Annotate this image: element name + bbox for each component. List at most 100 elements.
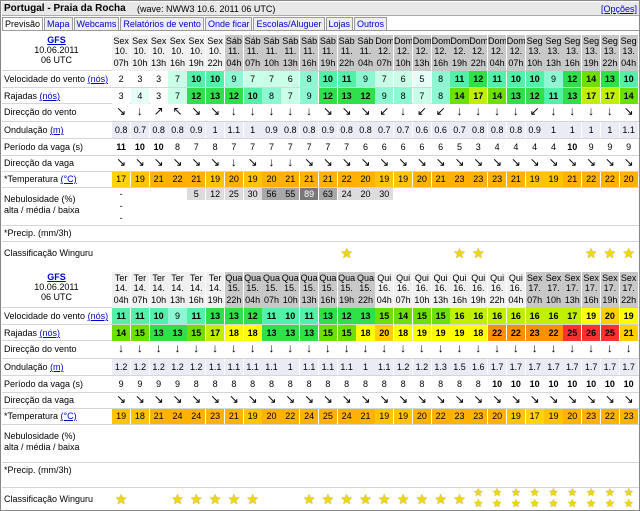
precipitation-cell (206, 463, 224, 478)
time-header: Qui 16. 04h (375, 272, 394, 308)
wave-period-cell: 7 (287, 142, 293, 152)
cloud-cover-cell (262, 449, 280, 461)
wave-height-cell: 1.2 (168, 359, 187, 375)
unit-link[interactable]: (m) (50, 362, 64, 372)
wave-period-cell: 6 (381, 142, 387, 152)
wind-direction-arrow-icon: ↓ (306, 104, 313, 118)
unit-link[interactable]: (nós) (88, 311, 109, 321)
model-link[interactable]: GFS (2, 35, 111, 45)
tab-5[interactable]: Escolas/Aluguer (253, 17, 325, 31)
tab-bar: Previsão Mapa Webcams Relatórios de vento On… (2, 17, 388, 31)
precipitation-cell (488, 226, 506, 241)
time-header: Sex 10. 13h (149, 35, 168, 71)
gust-cell: 18 (243, 325, 262, 341)
precipitation-cell (150, 463, 168, 478)
precipitation-cell (281, 463, 299, 478)
tab-4[interactable]: Onde ficar (204, 17, 253, 31)
wind-direction-arrow-icon: ↓ (136, 341, 143, 355)
day-date: 17. (584, 283, 598, 293)
time-header: Seg 13. 22h (600, 35, 619, 71)
day-name: Dom (450, 36, 469, 46)
hour: 16h (433, 58, 449, 68)
wind-speed-cell: 7 (243, 71, 262, 87)
cloud-cover-cell (526, 437, 544, 449)
day-date: 14. (152, 283, 165, 293)
tab-6[interactable]: Lojas (325, 17, 354, 31)
cloud-cover-cell (300, 449, 318, 461)
cloud-cover-cell (582, 449, 600, 461)
temperature-cell: 24 (300, 409, 319, 424)
wind-speed-cell: 16 (450, 308, 469, 324)
tab-0[interactable]: Previsão (2, 17, 44, 31)
wind-speed-cell: 11 (300, 308, 319, 324)
hour: 04h (621, 58, 637, 68)
tab-7[interactable]: Outros (354, 17, 388, 31)
rating-cell: ★ (582, 242, 600, 264)
wind-direction-arrow-icon: ↓ (381, 341, 388, 355)
gust-cell: 8 (394, 88, 413, 104)
cloud-cover-cell (187, 425, 205, 437)
wave-period-cell: 8 (287, 379, 293, 389)
unit-link[interactable]: (°C) (61, 411, 77, 421)
day-date: 15. (340, 283, 353, 293)
day-date: 15. (227, 283, 241, 293)
rating-cell: ★ ★ (601, 488, 619, 510)
gust-cell: 13 (337, 88, 356, 104)
time-header: Sex 10. 07h (112, 35, 131, 71)
wave-period-cell: 9 (607, 142, 613, 152)
cloud-cover-cell (187, 200, 205, 212)
options-link[interactable]: [Opções] (601, 4, 637, 14)
time-header: Qui 16. 04h (506, 272, 525, 308)
row-label-wave: Ondulação (m) (2, 122, 111, 138)
tab-2[interactable]: Webcams (73, 17, 120, 31)
precipitation-cell (526, 463, 544, 478)
precipitation-cell (432, 226, 450, 241)
precipitation-cell (131, 463, 149, 478)
rating-cell: ★ (450, 488, 468, 510)
tab-3[interactable]: Relatórios de vento (120, 17, 204, 31)
cloud-cover-cell (394, 212, 412, 224)
wave-height-cell: 1.1 (243, 359, 262, 375)
unit-link[interactable]: (nós) (40, 91, 61, 101)
wave-direction-arrow-icon: ↘ (567, 393, 578, 406)
temperature-cell: 21 (356, 409, 375, 424)
wave-height-cell: 0.9 (318, 122, 337, 138)
wave-direction-arrow-icon: ↘ (153, 156, 164, 169)
day-date: 12. (415, 46, 429, 56)
rating-cell (112, 242, 130, 264)
precipitation-cell (244, 463, 262, 478)
hour: 22h (470, 58, 486, 68)
wind-direction-arrow-icon: ↘ (341, 104, 352, 118)
wind-direction-arrow-icon: ↓ (456, 104, 463, 118)
hour: 22h (489, 295, 505, 305)
unit-link[interactable]: (m) (50, 125, 64, 135)
day-name: Qua (356, 273, 374, 283)
wave-direction-arrow-icon: ↘ (266, 393, 277, 406)
cloud-cover-cell (620, 188, 638, 200)
wave-direction-arrow-icon: ↘ (247, 156, 258, 169)
gust-cell: 3 (112, 88, 131, 104)
cloud-cover-cell (131, 425, 149, 437)
cloud-cover-cell (300, 437, 318, 449)
label-text: Direcção do vento (4, 107, 77, 117)
wave-height-cell: 0.8 (356, 122, 375, 138)
row-label-wave-dir: Direcção da vaga (2, 156, 111, 171)
tab-1[interactable]: Mapa (44, 17, 73, 31)
day-date: 12. (490, 46, 504, 56)
unit-link[interactable]: (nós) (88, 74, 109, 84)
rating-cell: ★ (206, 488, 224, 510)
wind-speed-cell: 16 (544, 308, 563, 324)
day-date: 12. (434, 46, 447, 56)
hour: 10h (527, 58, 543, 68)
rating-cell: ★ (319, 488, 337, 510)
precipitation-cell (375, 226, 393, 241)
wind-speed-cell: 9 (224, 71, 243, 87)
unit-link[interactable]: (°C) (61, 174, 77, 184)
wave-height-cell: 1.7 (582, 359, 601, 375)
model-link[interactable]: GFS (2, 272, 111, 282)
cloud-cover-cell (281, 437, 299, 449)
wave-period-cell: 10 (567, 142, 578, 152)
unit-link[interactable]: (nós) (40, 328, 61, 338)
row-label-cloud: Nebulosidade (%) alta / média / baixa (2, 431, 111, 453)
wave-height-cell: 1.1 (206, 359, 225, 375)
